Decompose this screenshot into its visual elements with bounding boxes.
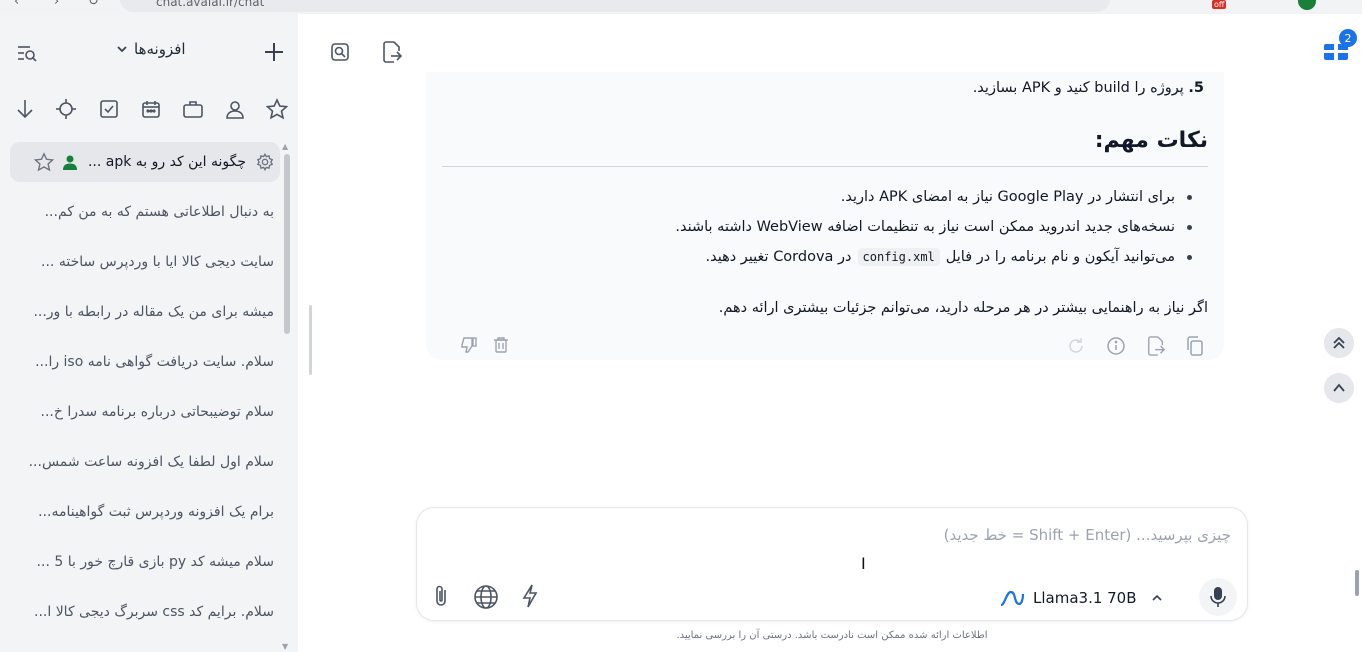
sidebar: افزونه‌ها چگونه این کد رو به apk ... (0, 14, 298, 652)
new-chat-button[interactable] (262, 40, 286, 64)
page-scrollbar-thumb[interactable] (1355, 570, 1359, 596)
model-logo-icon (1000, 590, 1025, 607)
crosshair-icon[interactable] (55, 98, 77, 120)
message-input[interactable] (451, 526, 1231, 544)
microphone-icon (1210, 587, 1226, 607)
export-icon[interactable] (1146, 336, 1166, 356)
model-name: Llama3.1 70B (1033, 589, 1137, 607)
chat-item-label: سلام توضیبحاتی درباره برنامه سدرا خ... (40, 404, 275, 420)
step-number: 5. (1188, 80, 1204, 96)
forward-icon[interactable]: › (54, 0, 59, 9)
step-text: پروژه را build کنید و APK بسازید. (972, 80, 1184, 96)
list-item-text: می‌توانید آیکون و نام برنامه را در فایل c… (705, 248, 1175, 266)
list-item-text-part: می‌توانید آیکون و نام برنامه را در فایل (945, 249, 1175, 265)
chevron-up-icon (1151, 594, 1162, 601)
thumbs-down-icon[interactable] (460, 336, 478, 354)
chevron-down-icon (117, 46, 127, 53)
attach-file-icon[interactable] (431, 584, 451, 608)
chat-item-label: سلام. برایم کد css سربرگ دیجی کالا ا... (34, 604, 274, 620)
chat-item[interactable]: سلام میشه کد py بازی قارچ خور با 5 ... (10, 542, 280, 582)
inline-code: config.xml (857, 248, 940, 266)
star-icon[interactable] (266, 98, 288, 120)
heading-divider (442, 166, 1208, 167)
chat-item-label: سلام اول لطفا یک افزونه ساعت شمس... (28, 454, 274, 470)
favorite-star-icon[interactable] (33, 152, 54, 172)
chat-item-label: سایت دیجی کالا ایا با وردپرس ساخته ... (41, 254, 274, 270)
sidebar-scroll-up-arrow[interactable]: ▲ (282, 142, 288, 151)
list-item-text-part: در Cordova تغییر دهید. (705, 249, 852, 265)
browser-toolbar: ‹ › ↻ chat.avalai.ir/chat off (0, 0, 1362, 14)
scroll-up-button[interactable] (1324, 373, 1354, 403)
notes-heading: نکات مهم: (1094, 128, 1208, 153)
chat-item-label: سلام. سایت دریافت گواهی نامه iso را... (35, 354, 274, 370)
chat-item[interactable]: برام یک افزونه وردپرس ثبت گواهینامه... (10, 492, 280, 532)
chat-item-label: چگونه این کد رو به apk ... (87, 154, 246, 170)
chat-item-label: میشه برای من یک مقاله در رابطه با ور... (33, 304, 274, 320)
closing-paragraph: اگر نیاز به راهنمایی بیشتر در هر مرحله د… (718, 300, 1208, 316)
plugins-title: افزونه‌ها (134, 40, 186, 58)
regenerate-icon[interactable] (1066, 336, 1086, 356)
bullet-dot (1187, 224, 1192, 230)
microphone-button[interactable] (1199, 578, 1237, 616)
bullet-dot (1187, 254, 1192, 260)
assistant-message: 5. پروژه را build کنید و APK بسازید. نکا… (426, 72, 1224, 360)
back-icon[interactable]: ‹ (14, 0, 19, 9)
chat-item[interactable]: سلام. برایم کد css سربرگ دیجی کالا ا... (10, 592, 280, 632)
bullet-dot (1187, 194, 1192, 200)
info-icon[interactable] (1106, 336, 1126, 356)
scroll-to-top-button[interactable] (1324, 328, 1354, 358)
chat-item[interactable]: میشه برای من یک مقاله در رابطه با ور... (10, 292, 280, 332)
reload-icon[interactable]: ↻ (88, 0, 99, 9)
arrow-down-icon[interactable] (14, 98, 36, 120)
search-chats-icon[interactable] (16, 42, 38, 64)
copy-icon[interactable] (1186, 336, 1204, 356)
extension-off-badge[interactable]: off (1212, 0, 1227, 9)
settings-icon[interactable] (256, 153, 274, 171)
notes-list: برای انتشار در Google Play نیاز به امضای… (452, 182, 1192, 272)
chat-item-label: برام یک افزونه وردپرس ثبت گواهینامه... (38, 504, 274, 520)
plugins-dropdown[interactable]: افزونه‌ها (116, 40, 186, 58)
text-cursor: I (861, 554, 866, 573)
export-file-icon[interactable] (380, 40, 404, 64)
sidebar-scrollbar-thumb[interactable] (284, 154, 290, 334)
checklist-icon[interactable] (98, 98, 120, 120)
extension-badge: 2 (1339, 29, 1357, 47)
list-item-text: برای انتشار در Google Play نیاز به امضای… (840, 189, 1175, 205)
list-item: نسخه‌های جدید اندروید ممکن است نیاز به ت… (452, 212, 1192, 242)
disclaimer-text: اطلاعات ارائه شده ممکن است نادرست باشد. … (676, 630, 988, 641)
chat-item[interactable]: سلام. سایت دریافت گواهی نامه iso را... (10, 342, 280, 382)
chat-item[interactable]: سایت دیجی کالا ایا با وردپرس ساخته ... (10, 242, 280, 282)
address-bar[interactable]: chat.avalai.ir/chat (120, 0, 1110, 12)
user-icon[interactable] (224, 98, 246, 120)
list-item: می‌توانید آیکون و نام برنامه را در فایل c… (452, 242, 1192, 272)
shared-user-icon (62, 154, 78, 170)
chat-history-list: چگونه این کد رو به apk ... به دنبال اطلا… (0, 142, 298, 652)
chat-item-label: به دنبال اطلاعاتی هستم که به من کم... (44, 204, 274, 220)
web-search-globe-icon[interactable] (473, 584, 499, 610)
briefcase-icon[interactable] (182, 98, 204, 120)
sidebar-scroll-down-arrow[interactable]: ▼ (282, 642, 288, 651)
model-selector[interactable]: Llama3.1 70B (999, 588, 1163, 608)
chat-item[interactable]: به دنبال اطلاعاتی هستم که به من کم... (10, 192, 280, 232)
lightning-icon[interactable] (521, 584, 539, 608)
step-item: 5. پروژه را build کنید و APK بسازید. (973, 80, 1204, 96)
message-composer: Llama3.1 70B (416, 507, 1248, 621)
list-item: برای انتشار در Google Play نیاز به امضای… (452, 182, 1192, 212)
chat-item-label: سلام میشه کد py بازی قارچ خور با 5 ... (36, 554, 274, 570)
calendar-icon[interactable] (140, 98, 162, 120)
trash-icon[interactable] (492, 336, 510, 354)
profile-avatar[interactable] (1298, 0, 1316, 10)
chat-item[interactable]: سلام اول لطفا یک افزونه ساعت شمس... (10, 442, 280, 482)
chat-item[interactable]: سلام توضیبحاتی درباره برنامه سدرا خ... (10, 392, 280, 432)
sidebar-resize-handle[interactable] (309, 305, 312, 375)
chat-item-active[interactable]: چگونه این کد رو به apk ... (10, 142, 280, 182)
list-item-text: نسخه‌های جدید اندروید ممکن است نیاز به ت… (675, 219, 1175, 235)
search-document-icon[interactable] (328, 40, 352, 64)
